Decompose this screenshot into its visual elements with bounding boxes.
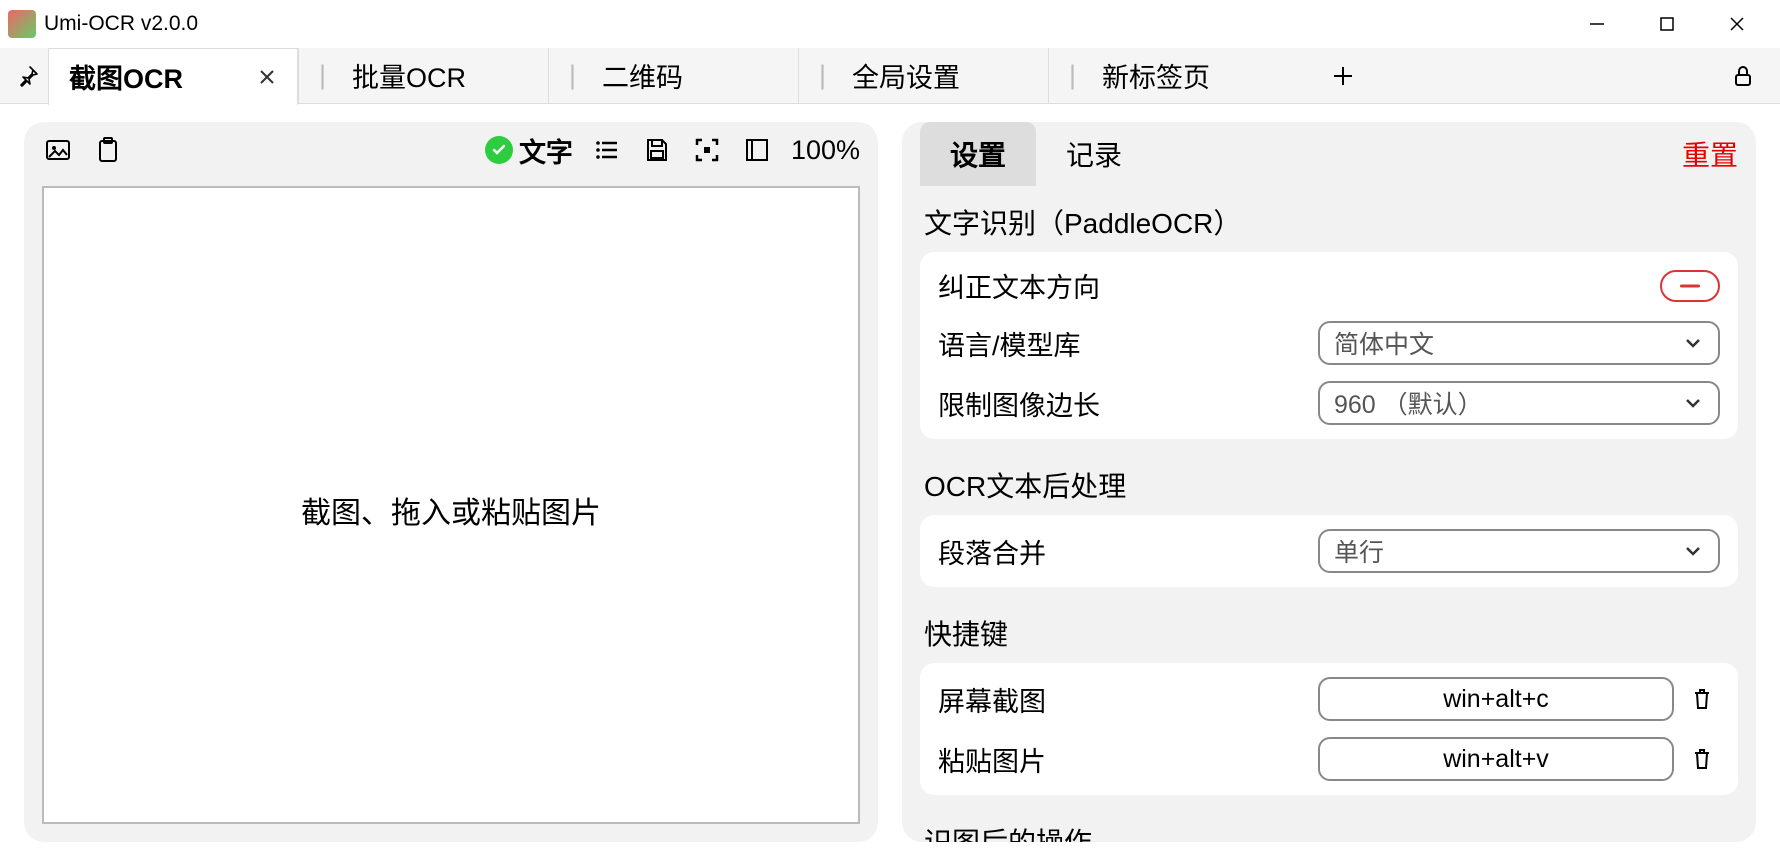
field-language: 语言/模型库 简体中文: [934, 313, 1724, 373]
field-limit: 限制图像边长 960 （默认）: [934, 373, 1724, 433]
tab-label: 二维码: [602, 56, 683, 95]
field-label: 限制图像边长: [938, 384, 1318, 423]
paragraph-select[interactable]: 单行: [1318, 529, 1720, 573]
ocr-engine-fields: 纠正文本方向 语言/模型库 简体中文 限制图像边长 960 （默认）: [920, 252, 1738, 439]
field-hotkey-screenshot: 屏幕截图 win+alt+c: [934, 669, 1724, 729]
app-icon: [8, 10, 36, 38]
field-label: 语言/模型库: [938, 324, 1318, 363]
left-panel: 文字 100% 截图、拖入或粘贴图片: [24, 122, 878, 842]
tab-global-settings[interactable]: | 全局设置: [798, 48, 1048, 104]
tab-separator-icon: |: [569, 60, 576, 91]
limit-select[interactable]: 960 （默认）: [1318, 381, 1720, 425]
check-icon: [485, 136, 513, 164]
section-hotkeys: 快捷键: [920, 601, 1738, 663]
tab-qrcode[interactable]: | 二维码: [548, 48, 798, 104]
subtab-history[interactable]: 记录: [1036, 122, 1152, 186]
field-hotkey-paste: 粘贴图片 win+alt+v: [934, 729, 1724, 789]
language-select[interactable]: 简体中文: [1318, 321, 1720, 365]
new-tab-button[interactable]: [1318, 51, 1368, 101]
hotkey-screenshot-clear[interactable]: [1684, 681, 1720, 717]
section-postprocess: OCR文本后处理: [920, 453, 1738, 515]
status-chip[interactable]: 文字: [485, 131, 573, 170]
status-label: 文字: [519, 131, 573, 170]
subtab-settings[interactable]: 设置: [920, 122, 1036, 186]
tab-separator-icon: |: [819, 60, 826, 91]
window-controls: [1562, 4, 1772, 44]
image-icon[interactable]: [42, 134, 74, 166]
maximize-button[interactable]: [1632, 4, 1702, 44]
reset-button[interactable]: 重置: [1682, 134, 1738, 174]
field-orientation: 纠正文本方向: [934, 258, 1724, 313]
tab-batch-ocr[interactable]: | 批量OCR: [298, 48, 548, 104]
hotkey-value: win+alt+c: [1443, 685, 1549, 714]
tab-new-tab[interactable]: | 新标签页: [1048, 48, 1298, 104]
lock-icon[interactable]: [1720, 51, 1780, 101]
postprocess-fields: 段落合并 单行: [920, 515, 1738, 587]
hotkey-screenshot-input[interactable]: win+alt+c: [1318, 677, 1674, 721]
clipboard-icon[interactable]: [92, 134, 124, 166]
hotkey-paste-input[interactable]: win+alt+v: [1318, 737, 1674, 781]
field-label: 纠正文本方向: [938, 266, 1318, 305]
minimize-button[interactable]: [1562, 4, 1632, 44]
settings-body: 文字识别（PaddleOCR） 纠正文本方向 语言/模型库 简体中文: [902, 186, 1756, 842]
section-after-action: 识图后的操作: [920, 809, 1738, 842]
tab-separator-icon: |: [1069, 60, 1076, 91]
tab-label: 截图OCR: [69, 57, 183, 96]
tab-label: 全局设置: [852, 56, 960, 95]
tab-separator-icon: |: [319, 60, 326, 91]
tabbar: 截图OCR | 批量OCR | 二维码 | 全局设置 | 新标签页: [0, 48, 1780, 104]
drop-hint: 截图、拖入或粘贴图片: [301, 488, 601, 532]
tab-label: 新标签页: [1102, 56, 1210, 95]
window-title: Umi-OCR v2.0.0: [44, 12, 198, 36]
pin-icon[interactable]: [8, 56, 48, 96]
chevron-down-icon: [1682, 540, 1704, 562]
subtabs: 设置 记录: [920, 122, 1152, 186]
right-top-bar: 设置 记录 重置: [902, 122, 1756, 186]
left-toolbar: 文字 100%: [24, 122, 878, 178]
select-value: 简体中文: [1334, 325, 1434, 361]
right-panel: 设置 记录 重置 文字识别（PaddleOCR） 纠正文本方向 语言/模型库 简…: [902, 122, 1756, 842]
field-label: 屏幕截图: [938, 680, 1318, 719]
zoom-label[interactable]: 100%: [791, 135, 860, 166]
orientation-toggle[interactable]: [1660, 270, 1720, 302]
hotkey-fields: 屏幕截图 win+alt+c 粘贴图片 win+alt+v: [920, 663, 1738, 795]
drop-area[interactable]: 截图、拖入或粘贴图片: [42, 186, 860, 824]
close-button[interactable]: [1702, 4, 1772, 44]
save-icon[interactable]: [641, 134, 673, 166]
list-icon[interactable]: [591, 134, 623, 166]
field-paragraph: 段落合并 单行: [934, 521, 1724, 581]
fullscreen-icon[interactable]: [691, 134, 723, 166]
tab-label: 批量OCR: [352, 56, 466, 95]
hotkey-value: win+alt+v: [1443, 745, 1549, 774]
main: 文字 100% 截图、拖入或粘贴图片: [0, 104, 1780, 860]
field-label: 粘贴图片: [938, 740, 1318, 779]
section-ocr-engine: 文字识别（PaddleOCR）: [920, 190, 1738, 252]
fit-icon[interactable]: [741, 134, 773, 166]
chevron-down-icon: [1682, 332, 1704, 354]
select-value: 960 （默认）: [1334, 385, 1483, 421]
field-label: 段落合并: [938, 532, 1318, 571]
tab-screenshot-ocr[interactable]: 截图OCR: [48, 48, 298, 105]
hotkey-paste-clear[interactable]: [1684, 741, 1720, 777]
titlebar: Umi-OCR v2.0.0: [0, 0, 1780, 48]
tab-close-icon[interactable]: [257, 67, 277, 87]
select-value: 单行: [1334, 533, 1384, 569]
chevron-down-icon: [1682, 392, 1704, 414]
